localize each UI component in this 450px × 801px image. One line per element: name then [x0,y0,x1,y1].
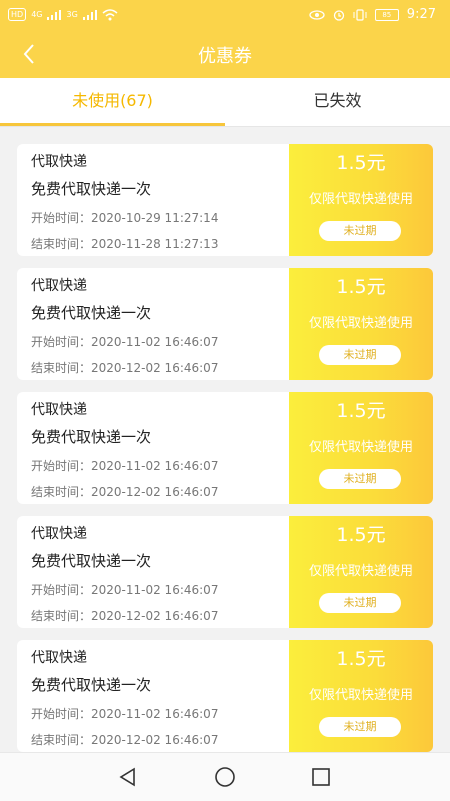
coupon-amount: 1.5元 [336,152,386,174]
coupon-end-time: 结束时间：2020-11-28 11:27:13 [31,237,219,251]
page-title: 优惠券 [198,46,252,67]
coupon-amount: 1.5元 [336,276,386,298]
coupon-category: 代取快递 [31,526,87,542]
coupon-description: 免费代取快递一次 [31,304,152,322]
eye-icon [309,9,325,20]
coupon-end-time: 结束时间：2020-12-02 16:46:07 [31,361,219,375]
back-triangle-icon[interactable] [116,765,140,789]
coupon-category: 代取快递 [31,650,87,666]
coupon-description: 免费代取快递一次 [31,676,152,694]
signal-icon [82,9,97,20]
coupon-card[interactable]: 代取快递 免费代取快递一次 开始时间：2020-10-29 11:27:14 结… [17,144,433,256]
recents-square-icon[interactable] [309,765,333,789]
coupon-category: 代取快递 [31,402,87,418]
signal-icon [47,9,62,20]
vibrate-icon [353,8,367,21]
coupon-description: 免费代取快递一次 [31,180,152,198]
coupon-info: 代取快递 免费代取快递一次 开始时间：2020-11-02 16:46:07 结… [17,640,289,752]
coupon-status-badge: 未过期 [319,345,401,365]
coupon-description: 免费代取快递一次 [31,552,152,570]
coupon-value-panel: 1.5元 仅限代取快递使用 未过期 [289,268,433,380]
coupon-status-badge: 未过期 [319,221,401,241]
tab-unused[interactable]: 未使用(67) [0,78,225,126]
coupon-card[interactable]: 代取快递 免费代取快递一次 开始时间：2020-11-02 16:46:07 结… [17,392,433,504]
coupon-amount: 1.5元 [336,524,386,546]
coupon-usage-limit: 仅限代取快递使用 [308,316,413,331]
coupon-start-time: 开始时间：2020-11-02 16:46:07 [31,459,219,473]
battery-icon: 85 [374,8,399,21]
coupon-value-panel: 1.5元 仅限代取快递使用 未过期 [289,640,433,752]
coupon-status-badge: 未过期 [319,593,401,613]
coupon-end-time: 结束时间：2020-12-02 16:46:07 [31,485,219,499]
coupon-usage-limit: 仅限代取快递使用 [308,192,413,207]
coupon-category: 代取快递 [31,154,87,170]
coupon-card[interactable]: 代取快递 免费代取快递一次 开始时间：2020-11-02 16:46:07 结… [17,640,433,752]
alarm-icon [333,9,344,21]
signal-4g-label: 4G [31,10,43,19]
coupon-start-time: 开始时间：2020-11-02 16:46:07 [31,335,219,349]
coupon-usage-limit: 仅限代取快递使用 [308,564,413,579]
coupon-card[interactable]: 代取快递 免费代取快递一次 开始时间：2020-11-02 16:46:07 结… [17,516,433,628]
coupon-end-time: 结束时间：2020-12-02 16:46:07 [31,733,219,747]
clock-time: 9:27 [406,7,436,22]
coupon-value-panel: 1.5元 仅限代取快递使用 未过期 [289,144,433,256]
coupon-list[interactable]: 代取快递 免费代取快递一次 开始时间：2020-10-29 11:27:14 结… [0,130,450,752]
coupon-info: 代取快递 免费代取快递一次 开始时间：2020-11-02 16:46:07 结… [17,516,289,628]
tab-expired[interactable]: 已失效 [225,78,450,126]
coupon-amount: 1.5元 [336,400,386,422]
coupon-status-badge: 未过期 [319,469,401,489]
coupon-info: 代取快递 免费代取快递一次 开始时间：2020-11-02 16:46:07 结… [17,392,289,504]
coupon-start-time: 开始时间：2020-11-02 16:46:07 [31,707,219,721]
status-bar: HD 4G 3G 85 9:27 [0,0,450,30]
coupon-category: 代取快递 [31,278,87,294]
coupon-info: 代取快递 免费代取快递一次 开始时间：2020-11-02 16:46:07 结… [17,268,289,380]
coupon-end-time: 结束时间：2020-12-02 16:46:07 [31,609,219,623]
coupon-card[interactable]: 代取快递 免费代取快递一次 开始时间：2020-11-02 16:46:07 结… [17,268,433,380]
coupon-usage-limit: 仅限代取快递使用 [308,688,413,703]
home-circle-icon[interactable] [213,765,237,789]
coupon-info: 代取快递 免费代取快递一次 开始时间：2020-10-29 11:27:14 结… [17,144,289,256]
app-header: 优惠券 [0,30,450,78]
coupon-status-badge: 未过期 [319,717,401,737]
coupon-description: 免费代取快递一次 [31,428,152,446]
coupon-usage-limit: 仅限代取快递使用 [308,440,413,455]
system-nav-bar [0,752,450,801]
wifi-icon [102,8,118,20]
coupon-start-time: 开始时间：2020-10-29 11:27:14 [31,211,219,225]
signal-3g-label: 3G [66,10,78,19]
coupon-value-panel: 1.5元 仅限代取快递使用 未过期 [289,516,433,628]
tab-bar: 未使用(67) 已失效 [0,78,450,127]
active-tab-indicator [0,123,225,126]
coupon-start-time: 开始时间：2020-11-02 16:46:07 [31,583,219,597]
hd-badge: HD [8,8,27,21]
coupon-value-panel: 1.5元 仅限代取快递使用 未过期 [289,392,433,504]
coupon-amount: 1.5元 [336,648,386,670]
